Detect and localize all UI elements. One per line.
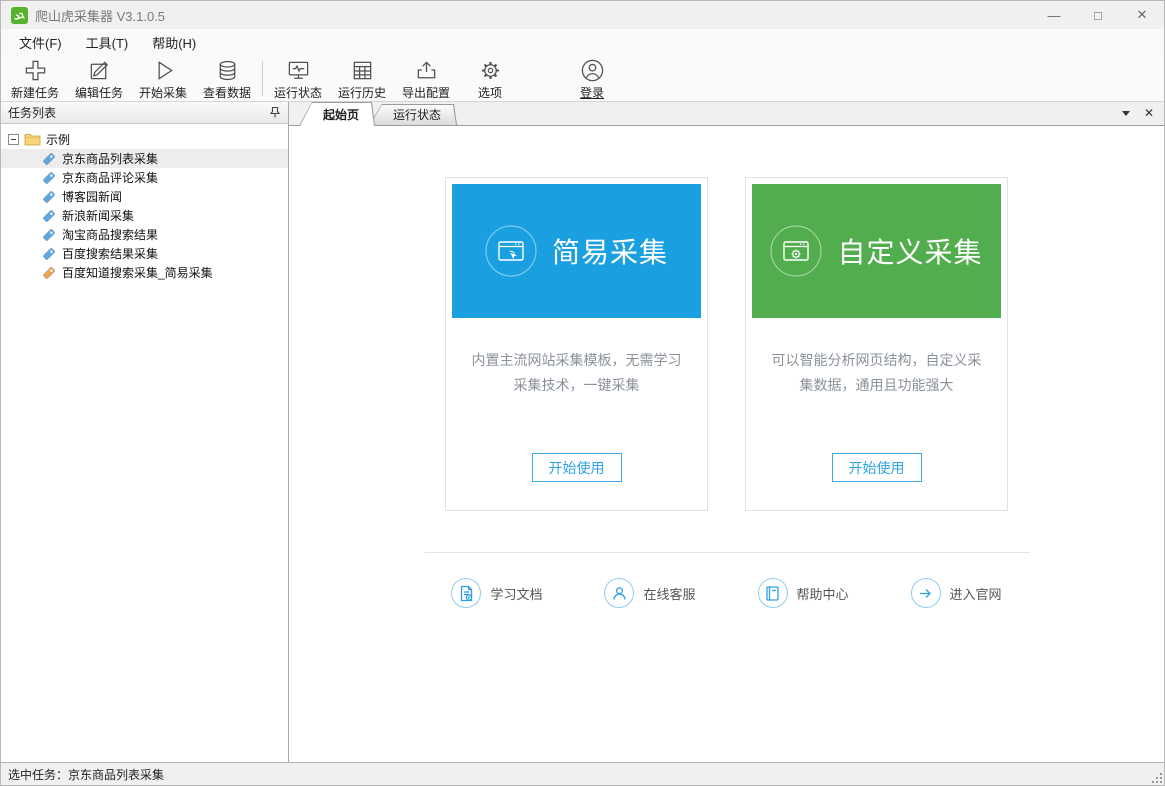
- task-item-cnblogs-news[interactable]: 博客园新闻: [1, 187, 288, 206]
- tag-icon: [43, 152, 55, 165]
- simple-collect-start-button[interactable]: 开始使用: [531, 453, 622, 482]
- folder-label: 示例: [46, 132, 71, 147]
- window-controls: — □ ✕: [1032, 1, 1164, 29]
- selected-task-status: 选中任务：京东商品列表采集: [8, 767, 165, 782]
- official-site-link[interactable]: 进入官网: [910, 578, 1002, 608]
- toolbar-separator: [262, 61, 263, 96]
- section-divider: [424, 552, 1029, 553]
- task-tree: 示例 京东商品列表采集 京东商品评论采集 博客园新闻 新浪新闻采集 淘宝商品搜索…: [1, 124, 288, 282]
- custom-collect-start-button[interactable]: 开始使用: [831, 453, 922, 482]
- monitor-icon: [288, 61, 308, 79]
- menu-bar: 文件(F) 工具(T) 帮助(H): [1, 29, 1164, 56]
- task-item-jd-comments[interactable]: 京东商品评论采集: [1, 168, 288, 187]
- edit-icon: [90, 61, 108, 80]
- login-button[interactable]: 登录: [560, 56, 624, 101]
- tab-run-status[interactable]: 运行状态: [369, 104, 457, 125]
- custom-collect-banner: 自定义采集: [752, 184, 1001, 318]
- window-title: 爬山虎采集器 V3.1.0.5: [35, 8, 166, 24]
- view-data-button[interactable]: 查看数据: [195, 56, 259, 101]
- arrow-right-icon: [910, 578, 941, 608]
- start-collect-button[interactable]: 开始采集: [131, 56, 195, 101]
- tag-icon: [43, 266, 55, 279]
- tab-controls: ✕: [1121, 107, 1164, 125]
- task-list-panel: 任务列表 示例 京东商品列表采集 京东商品评论采集 博客园新闻 新浪新闻采集 淘…: [1, 102, 289, 762]
- toolbar: 新建任务 编辑任务 开始采集 查看数据 运行状态 运行历史 导出配置 选项 登录: [1, 56, 1164, 102]
- help-center-link[interactable]: 帮助中心: [757, 578, 849, 608]
- app-logo-icon: [11, 6, 28, 24]
- export-icon: [417, 61, 435, 79]
- close-button[interactable]: ✕: [1120, 1, 1164, 29]
- tab-bar: 起始页 运行状态 ✕: [289, 102, 1164, 126]
- task-item-jd-list[interactable]: 京东商品列表采集: [1, 149, 288, 168]
- tab-list-dropdown-icon[interactable]: [1121, 110, 1130, 116]
- task-list-title: 任务列表: [8, 106, 57, 120]
- tab-close-icon[interactable]: ✕: [1144, 107, 1154, 119]
- tag-icon: [43, 228, 55, 241]
- minimize-button[interactable]: —: [1032, 1, 1076, 29]
- card-description: 可以智能分析网页结构，自定义采集数据，通用且功能强大: [771, 352, 982, 393]
- body: 任务列表 示例 京东商品列表采集 京东商品评论采集 博客园新闻 新浪新闻采集 淘…: [1, 102, 1164, 763]
- play-icon: [158, 61, 173, 80]
- mode-cards: 简易采集 内置主流网站采集模板，无需学习采集技术，一键采集 开始使用 自定义采集: [289, 177, 1164, 511]
- app-window: 爬山虎采集器 V3.1.0.5 — □ ✕ 文件(F) 工具(T) 帮助(H) …: [0, 0, 1165, 786]
- title-bar: 爬山虎采集器 V3.1.0.5 — □ ✕: [1, 1, 1164, 29]
- run-status-button[interactable]: 运行状态: [266, 56, 330, 101]
- menu-tools[interactable]: 工具(T): [74, 29, 141, 56]
- gear-icon: [481, 62, 499, 79]
- simple-collect-card: 简易采集 内置主流网站采集模板，无需学习采集技术，一键采集 开始使用: [445, 177, 708, 511]
- simple-collect-banner: 简易采集: [452, 184, 701, 318]
- book-icon: [757, 578, 788, 608]
- task-item-baidu-search[interactable]: 百度搜索结果采集: [1, 244, 288, 263]
- card-title: 简易采集: [551, 237, 668, 268]
- pin-icon[interactable]: [269, 106, 281, 119]
- user-icon: [581, 59, 603, 82]
- export-config-button[interactable]: 导出配置: [394, 56, 458, 101]
- tree-folder-row[interactable]: 示例: [1, 129, 288, 149]
- collapse-icon[interactable]: [8, 133, 19, 145]
- tag-icon: [43, 190, 55, 203]
- database-icon: [219, 60, 235, 81]
- tab-start-page[interactable]: 起始页: [299, 102, 375, 126]
- menu-file[interactable]: 文件(F): [7, 29, 74, 56]
- tag-icon: [43, 209, 55, 222]
- edit-task-button[interactable]: 编辑任务: [67, 56, 131, 101]
- card-description: 内置主流网站采集模板，无需学习采集技术，一键采集: [471, 352, 682, 393]
- quick-links: 学习文档 在线客服 帮助中心 进入官网: [289, 578, 1164, 608]
- resize-grip[interactable]: [1152, 773, 1162, 783]
- tag-icon: [43, 247, 55, 260]
- person-icon: [604, 578, 635, 608]
- menu-help[interactable]: 帮助(H): [140, 29, 208, 56]
- toolbar-gap: [522, 56, 560, 101]
- browser-gear-icon: [770, 225, 823, 277]
- plus-icon: [25, 60, 45, 81]
- card-title: 自定义采集: [837, 237, 983, 268]
- history-icon: [353, 61, 371, 80]
- start-page-content: 简易采集 内置主流网站采集模板，无需学习采集技术，一键采集 开始使用 自定义采集: [289, 126, 1164, 762]
- options-button[interactable]: 选项: [458, 56, 522, 101]
- status-bar: 选中任务：京东商品列表采集: [1, 763, 1164, 785]
- document-icon: [451, 578, 482, 608]
- tag-icon: [43, 171, 55, 184]
- task-list-header: 任务列表: [1, 102, 288, 124]
- run-history-button[interactable]: 运行历史: [330, 56, 394, 101]
- learn-docs-link[interactable]: 学习文档: [451, 578, 542, 608]
- task-item-baidu-zhidao[interactable]: 百度知道搜索采集_简易采集: [1, 263, 288, 282]
- main-panel: 起始页 运行状态 ✕ 简易采集 内置主流网站采集模板，无需学习采集技术，一键采集…: [289, 102, 1164, 762]
- new-task-button[interactable]: 新建任务: [3, 56, 67, 101]
- browser-cursor-icon: [485, 225, 537, 277]
- task-item-taobao-search[interactable]: 淘宝商品搜索结果: [1, 225, 288, 244]
- custom-collect-card: 自定义采集 可以智能分析网页结构，自定义采集数据，通用且功能强大 开始使用: [745, 177, 1008, 511]
- maximize-button[interactable]: □: [1076, 1, 1120, 29]
- folder-icon: [24, 134, 41, 146]
- online-support-link[interactable]: 在线客服: [604, 578, 696, 608]
- task-item-sina-news[interactable]: 新浪新闻采集: [1, 206, 288, 225]
